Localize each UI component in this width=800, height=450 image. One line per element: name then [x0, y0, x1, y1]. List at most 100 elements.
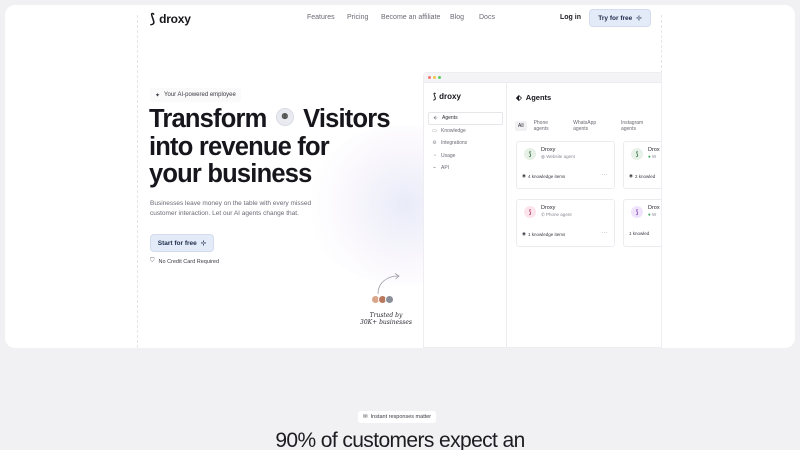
start-free-label: Start for free	[157, 239, 197, 247]
sidebar-item-agents[interactable]: ⬖ Agents	[428, 112, 503, 125]
section-badge: ✉ Instant responses matter	[358, 411, 437, 423]
agent-card[interactable]: ⟆ Droxy ✆ Phone agent ◉ 1 knowledge items…	[516, 199, 615, 247]
whatsapp-icon: ●	[648, 212, 651, 217]
trusted-line1: Trusted by	[369, 312, 403, 319]
mail-icon: ✉	[363, 414, 368, 420]
hero-badge-label: Your AI-powered employee	[164, 92, 236, 98]
no-credit-card-note: ⛉ No Credit Card Required	[150, 258, 219, 265]
agents-icon: ⬖	[516, 93, 522, 102]
more-options-icon[interactable]: ···	[601, 172, 608, 178]
sidebar-item-label: Knowledge	[441, 127, 466, 134]
nav-link-features[interactable]: Features	[307, 14, 347, 21]
agent-knowledge: ◉ 4 knowledge items	[522, 173, 566, 179]
agent-filters: All Phone agents WhatsApp agents Instagr…	[515, 120, 661, 132]
brand-name: droxy	[159, 12, 191, 26]
sidebar-item-label: Usage	[441, 152, 456, 159]
hero-description: Businesses leave money on the table with…	[150, 200, 312, 217]
hero-title-line3: your business	[149, 160, 312, 188]
app-main: ⬖ Agents All Phone agents WhatsApp agent…	[507, 83, 661, 347]
hero-title: Transform ⚉ Visitors into revenue for yo…	[149, 105, 409, 189]
agent-type: ● W	[648, 212, 657, 217]
agent-name: Drox	[648, 205, 660, 211]
try-free-button[interactable]: Try for free ⊹	[589, 9, 651, 27]
droxy-logo-icon: ⟆	[433, 92, 437, 101]
cursor-icon: ⊹	[636, 15, 642, 22]
sidebar-item-usage[interactable]: ◔ Usage	[428, 150, 503, 163]
agent-card[interactable]: ⟆ Droxy ◍ Website agent ◉ 4 knowledge ite…	[516, 141, 615, 189]
section-title: 90% of customers expect an	[275, 429, 525, 450]
api-icon: ⌁	[432, 165, 436, 172]
app-sidebar: ⟆ droxy ⬖ Agents ▭ Knowledge ⚙ Integrati…	[424, 83, 507, 347]
more-options-icon[interactable]: ···	[601, 230, 608, 236]
droxy-logo-icon: ⟆	[150, 11, 156, 26]
filter-all[interactable]: All	[515, 121, 527, 131]
nav-link-docs[interactable]: Docs	[479, 14, 499, 21]
agent-avatar-icon: ⟆	[524, 206, 536, 218]
agent-knowledge: ◉ 1 knowledge items	[522, 231, 566, 237]
phone-icon: ✆	[541, 212, 545, 217]
nav-link-pricing[interactable]: Pricing	[347, 14, 381, 21]
usage-icon: ◔	[432, 152, 437, 159]
filter-instagram[interactable]: Instagram agents	[618, 120, 661, 132]
agent-type: ● W	[648, 154, 657, 159]
hero-title-line2: into revenue for	[149, 132, 330, 161]
agent-card[interactable]: ⟆ Drox ● W 1 knowled	[623, 199, 661, 247]
app-logo: ⟆ droxy	[433, 92, 461, 101]
cursor-icon: ⊹	[200, 240, 207, 247]
maximize-dot	[438, 76, 441, 79]
avatar	[385, 295, 394, 304]
trusted-label: Trusted by 30K+ businesses	[356, 312, 416, 326]
close-dot	[428, 76, 431, 79]
hero-title-part1: Transform	[149, 105, 267, 133]
section-badge-label: Instant responses matter	[370, 414, 432, 420]
trusted-by-block: Trusted by 30K+ businesses	[356, 272, 416, 332]
nav-link-blog[interactable]: Blog	[450, 14, 479, 21]
database-icon: ◉	[522, 231, 526, 236]
login-link[interactable]: Log in	[560, 14, 581, 21]
agents-icon: ⬖	[433, 115, 438, 122]
knowledge-icon: ▭	[432, 127, 437, 134]
trusted-line2: 30K+ businesses	[360, 319, 412, 326]
start-free-button[interactable]: Start for free ⊹	[150, 234, 214, 252]
agent-avatar-icon: ⟆	[631, 206, 643, 218]
minimize-dot	[433, 76, 436, 79]
agent-avatar-icon: ⟆	[631, 148, 643, 160]
agent-knowledge: ◉ 2 knowled	[629, 173, 656, 179]
sparkle-icon: ✦	[155, 92, 161, 99]
agents-heading: ⬖ Agents	[516, 93, 551, 102]
agent-type: ✆ Phone agent	[541, 212, 572, 217]
try-free-label: Try for free	[598, 14, 633, 22]
sidebar-item-knowledge[interactable]: ▭ Knowledge	[428, 125, 503, 138]
agent-name: Drox	[648, 147, 660, 153]
agents-title: Agents	[525, 93, 552, 102]
globe-icon: ◍	[541, 154, 545, 159]
agent-avatar-icon: ⟆	[524, 148, 536, 160]
app-brand: droxy	[439, 92, 461, 101]
hero-title-part2: Visitors	[303, 105, 390, 133]
customer-avatars	[371, 295, 394, 304]
sidebar-item-label: Integrations	[441, 140, 468, 147]
agent-card[interactable]: ⟆ Drox ● W ◉ 2 knowled	[623, 141, 661, 189]
database-icon: ◉	[629, 173, 633, 178]
main-nav: Features Pricing Become an affiliate Blo…	[307, 14, 499, 21]
filter-phone[interactable]: Phone agents	[531, 120, 567, 132]
nav-link-affiliate[interactable]: Become an affiliate	[381, 14, 450, 21]
brand-logo[interactable]: ⟆ droxy	[150, 11, 191, 27]
sidebar-item-label: API	[441, 165, 450, 172]
app-preview: ⟆ droxy ⬖ Agents ▭ Knowledge ⚙ Integrati…	[423, 72, 662, 348]
sidebar-item-label: Agents	[442, 115, 458, 122]
integrations-icon: ⚙	[432, 140, 437, 147]
users-icon: ⚉	[275, 108, 294, 127]
agent-knowledge: 1 knowled	[629, 231, 650, 236]
filter-whatsapp[interactable]: WhatsApp agents	[570, 120, 614, 132]
agent-name: Droxy	[541, 205, 556, 211]
shield-check-icon: ⛉	[150, 258, 155, 264]
agent-name: Droxy	[541, 147, 556, 153]
hero-badge: ✦ Your AI-powered employee	[150, 88, 241, 102]
sidebar-item-api[interactable]: ⌁ API	[428, 162, 503, 175]
window-titlebar	[424, 73, 661, 83]
guide-line-left	[137, 15, 138, 348]
database-icon: ◉	[522, 173, 526, 178]
sidebar-item-integrations[interactable]: ⚙ Integrations	[428, 137, 503, 150]
no-credit-card-label: No Credit Card Required	[158, 258, 220, 265]
